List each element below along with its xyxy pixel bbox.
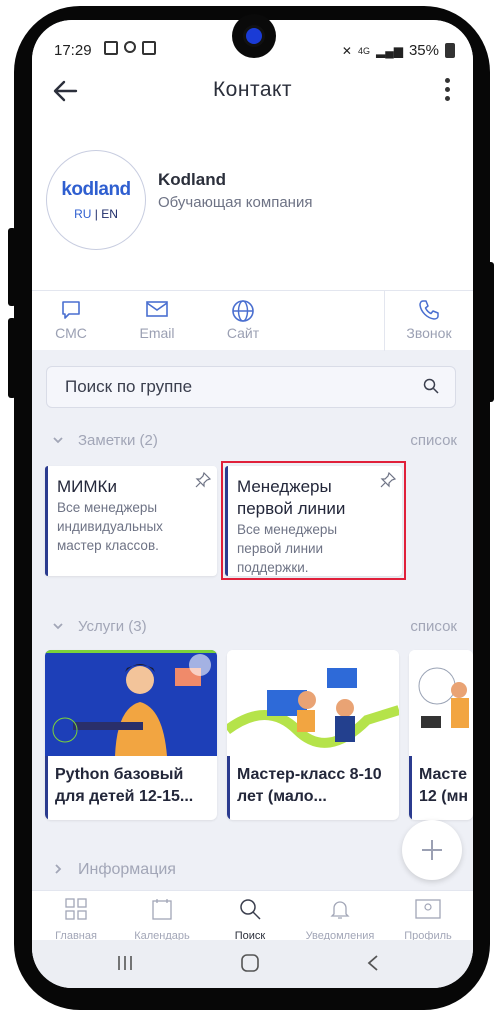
- service-title-line: 12 (мн: [419, 788, 469, 805]
- signal-icon: ▂▄▆: [376, 43, 403, 58]
- screen: 17:29 ✕ 4G ▂▄▆ 35% Контакт kodland RU | …: [32, 20, 473, 988]
- service-title-line: для детей 12-15...: [55, 788, 194, 805]
- contact-actions: СМС Email Сайт Звонок: [32, 290, 473, 351]
- contact-profile: kodland RU | EN Kodland Обучающая компан…: [32, 114, 473, 292]
- call-label: Звонок: [406, 325, 452, 341]
- services-list-link[interactable]: список: [410, 618, 457, 635]
- contact-description: Обучающая компания: [158, 194, 313, 211]
- company-logo: kodland RU | EN: [46, 150, 146, 250]
- grid-icon: [65, 898, 87, 920]
- more-options-icon[interactable]: [445, 78, 451, 104]
- email-label: Email: [139, 325, 175, 341]
- call-action[interactable]: Звонок: [394, 299, 464, 341]
- services-section-header[interactable]: Услуги (3) список: [52, 618, 457, 638]
- chevron-down-icon: [53, 437, 63, 444]
- notes-list-link[interactable]: список: [410, 432, 457, 449]
- note-text-line: индивидуальных: [57, 519, 163, 534]
- nav-item-calendar[interactable]: Календарь: [118, 897, 206, 942]
- website-action[interactable]: Сайт: [208, 299, 278, 341]
- nav-item-home[interactable]: Главная: [32, 897, 120, 942]
- calendar-icon: [152, 899, 172, 920]
- network-label: 4G: [357, 45, 370, 56]
- status-time: 17:29: [54, 42, 92, 59]
- mail-icon: [146, 301, 168, 317]
- phone-icon: [419, 300, 439, 320]
- actions-divider: [384, 291, 385, 351]
- nav-item-notifications[interactable]: Уведомления: [296, 897, 384, 942]
- card-accent-bar: [409, 756, 412, 820]
- pin-icon[interactable]: [189, 654, 211, 676]
- logo-lang-separator: |: [91, 207, 102, 221]
- nav-item-search[interactable]: Поиск: [206, 897, 294, 942]
- front-camera: [232, 14, 276, 58]
- profile-icon: [415, 899, 441, 919]
- nav-item-profile[interactable]: Профиль: [384, 897, 472, 942]
- mute-icon: ✕: [341, 43, 352, 58]
- selection-highlight: [221, 461, 406, 580]
- website-label: Сайт: [226, 325, 260, 341]
- notes-section-title: Заметки (2): [78, 432, 158, 449]
- service-title-line: Масте: [419, 766, 468, 783]
- info-section-title: Информация: [78, 861, 176, 878]
- sms-label: СМС: [55, 325, 87, 341]
- globe-icon: [232, 300, 254, 322]
- service-title-line: Python базовый: [55, 766, 184, 783]
- note-accent-bar: [45, 466, 48, 576]
- search-notification-icon: [124, 41, 136, 53]
- email-action[interactable]: Email: [122, 299, 192, 341]
- battery-percent: 35%: [408, 42, 439, 59]
- pin-icon[interactable]: [195, 472, 211, 488]
- logo-lang-en: EN: [101, 207, 118, 221]
- info-section-header[interactable]: Информация: [52, 861, 457, 881]
- battery-icon: [445, 43, 455, 58]
- search-icon: [240, 899, 261, 920]
- service-card-python[interactable]: Python базовый для детей 12-15...: [45, 650, 217, 820]
- chevron-down-icon: [53, 623, 63, 630]
- sms-action[interactable]: СМС: [36, 299, 106, 341]
- notification-icons: [104, 41, 156, 55]
- pin-icon[interactable]: [371, 654, 393, 676]
- bottom-navigation: Главная Календарь Поиск Уведомления Проф…: [32, 890, 473, 942]
- plus-icon: [422, 840, 442, 860]
- service-illustration: [409, 650, 473, 756]
- gallery-icon: [104, 41, 118, 55]
- logo-wordmark: kodland: [61, 179, 131, 200]
- logo-languages: RU | EN: [47, 207, 145, 221]
- message-icon: [62, 301, 80, 319]
- home-icon[interactable]: [240, 953, 260, 973]
- back-icon[interactable]: [366, 954, 380, 972]
- contact-name: Kodland: [158, 170, 226, 189]
- notes-section-header[interactable]: Заметки (2) список: [52, 432, 457, 452]
- search-placeholder: Поиск по группе: [65, 377, 193, 396]
- note-title: МИМКи: [57, 477, 117, 496]
- phone-frame: 17:29 ✕ 4G ▂▄▆ 35% Контакт kodland RU | …: [0, 0, 500, 1016]
- service-title-line: Мастер-класс 8-10: [237, 766, 382, 783]
- note-text-line: Все менеджеры: [57, 500, 158, 515]
- services-section-title: Услуги (3): [78, 618, 147, 635]
- chevron-right-icon: [55, 864, 62, 874]
- app-notification-icon: [142, 41, 156, 55]
- logo-lang-ru: RU: [74, 207, 92, 221]
- page-title: Контакт: [212, 78, 293, 101]
- card-accent-bar: [45, 756, 48, 820]
- status-right: ✕ 4G ▂▄▆ 35%: [342, 42, 455, 59]
- app-header: Контакт: [32, 72, 473, 114]
- system-navigation-bar: [32, 940, 473, 988]
- group-search-input[interactable]: Поиск по группе: [46, 366, 456, 408]
- add-button[interactable]: [402, 820, 462, 880]
- service-title-line: лет (мало...: [237, 788, 327, 805]
- card-accent-bar: [227, 756, 230, 820]
- service-card-partial[interactable]: Масте 12 (мн: [409, 650, 473, 820]
- note-card-mimki[interactable]: МИМКи Все менеджеры индивидуальных масте…: [45, 466, 217, 576]
- bell-icon: [330, 901, 350, 919]
- note-text-line: мастер классов.: [57, 538, 159, 553]
- service-card-masterclass[interactable]: Мастер-класс 8-10 лет (мало...: [227, 650, 399, 820]
- recent-apps-icon[interactable]: [116, 954, 134, 972]
- search-icon[interactable]: [423, 378, 439, 394]
